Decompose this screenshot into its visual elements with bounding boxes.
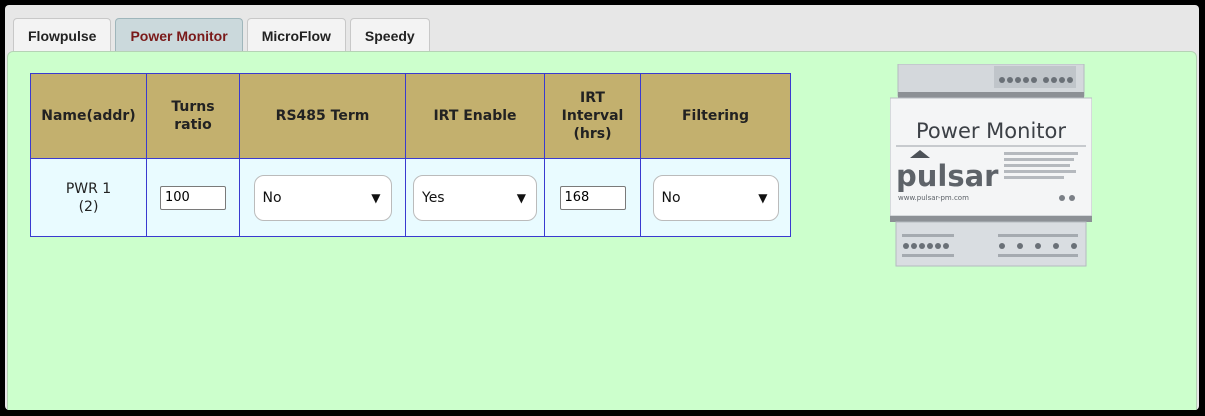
- irt-enable-cell: Yes ▼: [405, 158, 545, 237]
- col-header-filtering: Filtering: [640, 73, 791, 159]
- col-header-irt-enable: IRT Enable: [405, 73, 545, 159]
- col-header-turns-ratio: Turns ratio: [146, 73, 240, 159]
- table-header-row: Name(addr) Turns ratio RS485 Term IRT En…: [30, 73, 791, 159]
- config-table: Name(addr) Turns ratio RS485 Term IRT En…: [30, 73, 791, 237]
- irt-enable-select[interactable]: Yes ▼: [413, 174, 537, 221]
- chevron-down-icon: ▼: [371, 190, 381, 205]
- chevron-down-icon: ▼: [516, 190, 526, 205]
- col-header-irt-interval: IRT Interval (hrs): [544, 73, 641, 159]
- col-header-turns-line1: Turns: [171, 99, 215, 115]
- power-monitor-device-image: Power Monitor pulsar www.pulsar-pm.com: [890, 64, 1092, 267]
- filtering-cell: No ▼: [640, 158, 791, 237]
- col-header-name: Name(addr): [30, 73, 147, 159]
- col-header-irt-line1: IRT: [580, 90, 605, 106]
- device-title: Power Monitor: [916, 119, 1066, 143]
- device-name-cell: PWR 1 (2): [30, 158, 147, 237]
- device-address: (2): [78, 198, 99, 215]
- table-row: PWR 1 (2) No ▼ Yes: [30, 158, 791, 237]
- tab-microflow[interactable]: MicroFlow: [246, 18, 346, 52]
- col-header-rs485-term: RS485 Term: [239, 73, 406, 159]
- device-website: www.pulsar-pm.com: [898, 194, 969, 202]
- filtering-value: No: [661, 189, 681, 206]
- device-brand-logo: pulsar: [896, 159, 999, 193]
- tab-bar: Flowpulse Power Monitor MicroFlow Speedy: [13, 14, 434, 52]
- col-header-irt-line3: (hrs): [573, 126, 612, 142]
- filtering-select[interactable]: No ▼: [652, 174, 779, 221]
- device-name: PWR 1: [65, 180, 112, 197]
- irt-interval-cell: [544, 158, 641, 237]
- power-monitor-panel: Name(addr) Turns ratio RS485 Term IRT En…: [7, 51, 1197, 410]
- turns-ratio-input[interactable]: [160, 185, 226, 210]
- tab-speedy[interactable]: Speedy: [349, 18, 430, 52]
- col-header-irt-line2: Interval: [561, 108, 624, 124]
- rs485-term-value: No: [262, 189, 282, 206]
- app-frame: Flowpulse Power Monitor MicroFlow Speedy…: [5, 5, 1199, 410]
- col-header-turns-line2: ratio: [174, 117, 212, 133]
- tab-power-monitor[interactable]: Power Monitor: [115, 18, 243, 52]
- irt-enable-value: Yes: [422, 189, 445, 206]
- tab-flowpulse[interactable]: Flowpulse: [13, 18, 112, 52]
- chevron-down-icon: ▼: [758, 190, 768, 205]
- turns-ratio-cell: [146, 158, 240, 237]
- rs485-term-cell: No ▼: [239, 158, 406, 237]
- irt-interval-input[interactable]: [559, 185, 626, 210]
- rs485-term-select[interactable]: No ▼: [253, 174, 392, 221]
